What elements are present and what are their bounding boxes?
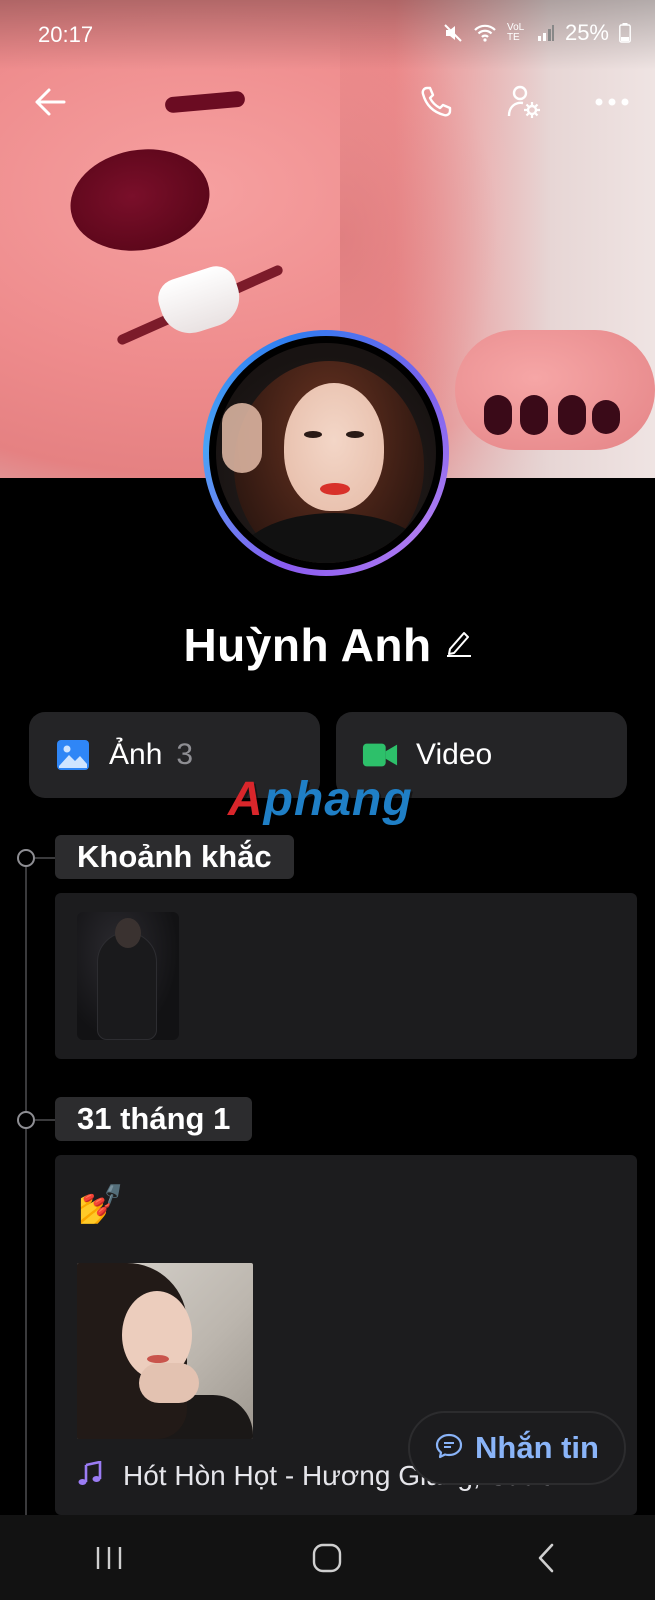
message-button[interactable]: Nhắn tin: [408, 1411, 626, 1485]
video-icon: [362, 737, 398, 773]
profile-name: Huỳnh Anh: [183, 619, 432, 671]
mute-icon: [443, 23, 463, 43]
chat-icon: [435, 1432, 463, 1465]
more-icon: [595, 98, 629, 106]
profile-name-row: Huỳnh Anh: [0, 615, 655, 675]
timeline-dot: [17, 1111, 35, 1129]
photos-count: 3: [176, 738, 194, 771]
timeline-line: [25, 855, 27, 1515]
nav-back-icon: [538, 1543, 554, 1572]
music-note-icon: [77, 1459, 103, 1492]
wifi-icon: [473, 23, 497, 43]
moment-thumbnail[interactable]: [77, 912, 179, 1040]
watermark-logo: Aphang: [228, 773, 413, 826]
system-nav-bar: [0, 1515, 655, 1600]
cover-claw: [484, 395, 512, 435]
profile-settings-button[interactable]: [500, 78, 548, 126]
timeline-dot: [17, 849, 35, 867]
home-icon: [313, 1543, 342, 1572]
nav-back-button[interactable]: [506, 1528, 586, 1588]
home-button[interactable]: [287, 1528, 367, 1588]
status-time: 20:17: [38, 22, 94, 47]
cover-claw: [558, 395, 586, 435]
edit-name-button[interactable]: [446, 629, 472, 662]
volte-label: VoLTE: [506, 22, 525, 43]
cover-claw: [592, 400, 620, 434]
call-button[interactable]: [412, 78, 460, 126]
back-arrow-icon: [35, 88, 66, 116]
photo-icon: [55, 737, 91, 773]
avatar-ring[interactable]: [203, 330, 449, 576]
message-button-label: Nhắn tin: [475, 1430, 599, 1465]
cover-tooth: [152, 261, 248, 341]
post-photo[interactable]: [77, 1263, 253, 1439]
profile-settings-icon: [507, 85, 540, 118]
status-icons: VoLTE 25%: [443, 20, 631, 46]
cover-paw: [455, 330, 655, 450]
post-emoji: 💅: [77, 1184, 125, 1226]
photos-label: Ảnh: [109, 738, 163, 771]
more-button[interactable]: [588, 78, 636, 126]
cover-nose: [62, 138, 218, 262]
status-bar: 20:17 VoLTE 25%: [0, 0, 655, 70]
recent-apps-button[interactable]: [69, 1528, 149, 1588]
pencil-icon: [446, 631, 471, 657]
cover-claw: [520, 395, 548, 435]
back-button[interactable]: [26, 78, 74, 126]
moments-card: [55, 893, 637, 1059]
videos-label: Video: [416, 738, 493, 771]
signal-icon: [537, 24, 555, 42]
avatar: [216, 343, 436, 563]
battery-icon: [619, 23, 631, 43]
recent-apps-icon: [96, 1546, 122, 1569]
section-label-moments: Khoảnh khắc: [55, 835, 294, 879]
battery-percent: 25%: [564, 20, 609, 45]
section-label-date: 31 tháng 1: [55, 1097, 253, 1141]
top-bar: [0, 78, 655, 126]
phone-icon: [421, 86, 452, 117]
